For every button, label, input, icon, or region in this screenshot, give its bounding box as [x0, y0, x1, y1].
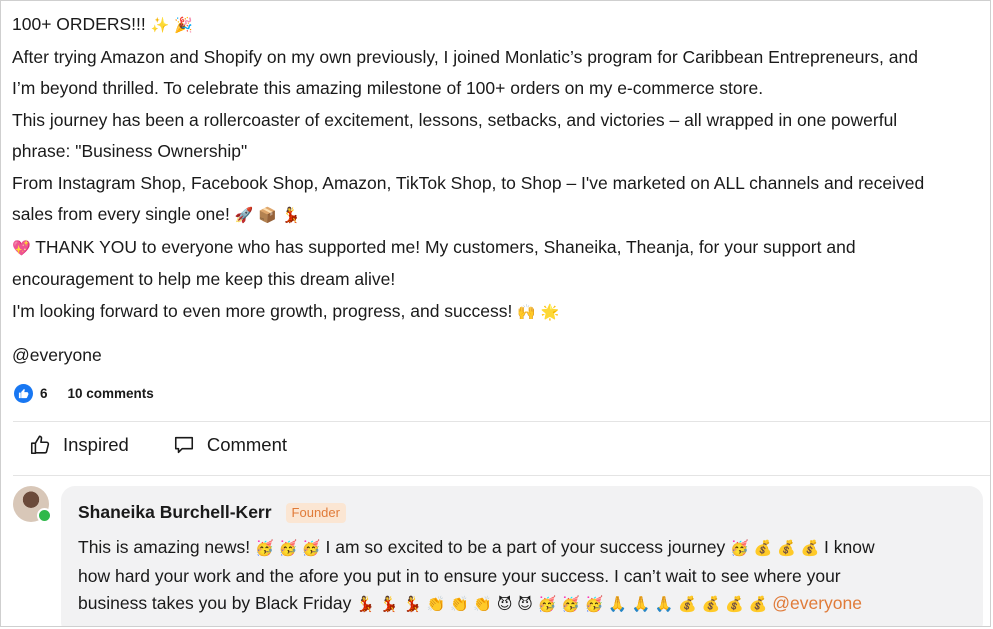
post-actions: Inspired Comment: [29, 434, 287, 456]
post-line-7: sales from every single one! 🚀 📦 💃: [12, 199, 990, 232]
post-line-8: 💖 THANK YOU to everyone who has supporte…: [12, 232, 990, 265]
comment-line-2: how hard your work and the afore you put…: [78, 563, 953, 591]
comment-text-segment: how hard your work and the afore you put…: [78, 565, 841, 586]
partying-face-emoji: 🥳 🥳 🥳: [255, 539, 321, 557]
online-status-indicator: [37, 508, 52, 523]
comment-button[interactable]: Comment: [173, 434, 287, 456]
post-line-4: This journey has been a rollercoaster of…: [12, 105, 990, 137]
post-line-3: I’m beyond thrilled. To celebrate this a…: [12, 73, 990, 105]
post-text: From Instagram Shop, Facebook Shop, Amaz…: [12, 172, 925, 193]
comment-card: Shaneika Burchell-Kerr Founder This is a…: [61, 486, 983, 626]
post-text: sales from every single one!: [12, 204, 230, 224]
speech-bubble-icon: [174, 436, 193, 454]
party-moneybag-emoji: 🥳 💰 💰 💰: [730, 539, 820, 557]
divider: [13, 475, 990, 476]
inspired-label: Inspired: [63, 434, 129, 455]
comment-mention[interactable]: @everyone: [772, 593, 862, 613]
post-text: phrase: "Business Ownership": [12, 141, 248, 161]
comment-label: Comment: [206, 434, 288, 455]
comment-text-segment: This is amazing news!: [78, 537, 251, 557]
thumbs-up-outline-icon: [30, 435, 50, 455]
avatar[interactable]: [13, 486, 52, 523]
post-text: After trying Amazon and Shopify on my ow…: [12, 46, 918, 67]
raised-hands-star-emoji: 🙌 🌟: [517, 302, 560, 321]
post-text: I'm looking forward to even more growth,…: [12, 300, 513, 321]
post-text: encouragement to help me keep this dream…: [12, 269, 396, 289]
post-stats: 6 10 comments: [14, 384, 154, 403]
post-text: I’m beyond thrilled. To celebrate this a…: [12, 78, 764, 98]
post-text: THANK YOU to everyone who has supported …: [35, 236, 856, 257]
post-body: 100+ ORDERS!!! ✨ 🎉 After trying Amazon a…: [12, 9, 990, 328]
post-line-6: From Instagram Shop, Facebook Shop, Amaz…: [12, 168, 990, 200]
sparkles-party-emoji: ✨ 🎉: [150, 16, 193, 34]
comment-text-segment: I am so excited to be a part of your suc…: [325, 537, 726, 557]
divider: [13, 421, 990, 422]
post-title: 100+ ORDERS!!!: [12, 14, 146, 34]
comment-text: This is amazing news! 🥳 🥳 🥳 I am so exci…: [78, 534, 953, 619]
comment-text-segment: I know: [824, 537, 875, 557]
sparkling-heart-emoji: 💖: [12, 238, 31, 257]
post-line-5: phrase: "Business Ownership": [12, 136, 990, 168]
celebration-emoji-row: 💃 💃 💃 👏 👏 👏 😈 😈 🥳 🥳 🥳 🙏 🙏 🙏 💰 💰 💰 💰: [356, 595, 768, 613]
comment-header: Shaneika Burchell-Kerr Founder: [78, 502, 346, 523]
comment-author-name[interactable]: Shaneika Burchell-Kerr: [78, 502, 272, 523]
comment-line-1: This is amazing news! 🥳 🥳 🥳 I am so exci…: [78, 534, 953, 563]
post-line-10: I'm looking forward to even more growth,…: [12, 296, 990, 329]
like-count[interactable]: 6: [40, 386, 48, 401]
post-container: 100+ ORDERS!!! ✨ 🎉 After trying Amazon a…: [0, 0, 991, 627]
inspired-button[interactable]: Inspired: [29, 434, 129, 456]
post-line-2: After trying Amazon and Shopify on my ow…: [12, 42, 990, 74]
post-mention[interactable]: @everyone: [12, 343, 102, 367]
like-icon[interactable]: [14, 384, 33, 403]
comment-text-segment: business takes you by Black Friday: [78, 593, 352, 613]
post-line-9: encouragement to help me keep this dream…: [12, 264, 990, 296]
post-line-1: 100+ ORDERS!!! ✨ 🎉: [12, 9, 990, 42]
rocket-package-dancer-emoji: 🚀 📦 💃: [234, 206, 301, 224]
comments-count-link[interactable]: 10 comments: [68, 386, 154, 401]
comment-line-3: business takes you by Black Friday 💃 💃 💃…: [78, 590, 953, 619]
role-badge: Founder: [285, 502, 346, 523]
post-text: This journey has been a rollercoaster of…: [12, 109, 898, 130]
